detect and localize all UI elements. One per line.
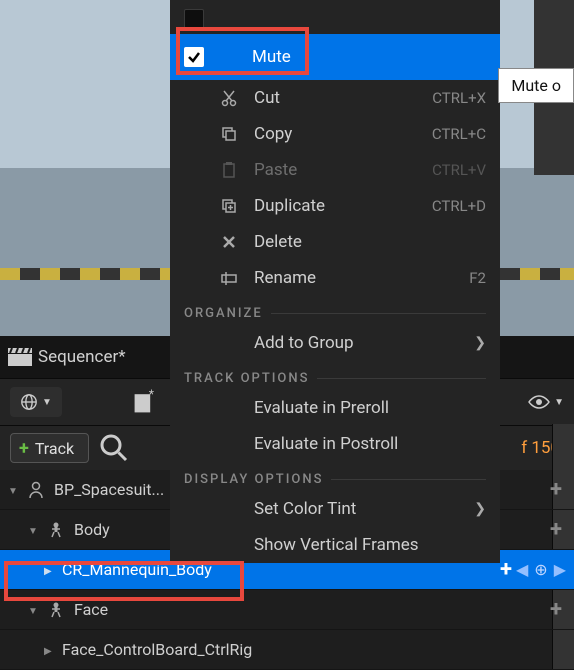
key-nav-icons[interactable]: ◀ ⊕ ▶ [516, 560, 566, 579]
menu-item-set-color[interactable]: Set Color Tint ❯ [170, 491, 500, 527]
keyframe-icon: * [132, 389, 158, 415]
rename-icon [218, 267, 240, 289]
plus-icon: + [19, 438, 29, 459]
menu-item-cut[interactable]: Cut CTRL+X [170, 80, 500, 116]
expand-arrow-icon[interactable] [8, 483, 22, 497]
actor-icon [26, 480, 46, 500]
menu-shortcut: CTRL+V [432, 161, 486, 179]
paste-icon [218, 159, 240, 181]
menu-label: Add to Group [254, 333, 460, 353]
menu-item-blank[interactable] [170, 4, 500, 34]
menu-item-duplicate[interactable]: Duplicate CTRL+D [170, 188, 500, 224]
world-dropdown[interactable]: ▼ [10, 387, 62, 417]
menu-shortcut: CTRL+D [432, 197, 486, 215]
duplicate-icon [218, 195, 240, 217]
menu-shortcut: F2 [469, 269, 486, 287]
expand-arrow-icon[interactable] [44, 563, 58, 577]
track-button-label: Track [35, 439, 74, 458]
search-icon [99, 433, 129, 463]
add-subtrack-icon[interactable]: + [546, 517, 566, 542]
menu-shortcut: CTRL+C [432, 125, 486, 143]
menu-item-show-vertical[interactable]: Show Vertical Frames [170, 527, 500, 563]
chevron-right-icon: ❯ [474, 335, 486, 351]
menu-label: Paste [254, 160, 418, 180]
menu-item-add-to-group[interactable]: Add to Group ❯ [170, 325, 500, 361]
menu-shortcut: CTRL+X [432, 89, 486, 107]
eye-icon [528, 395, 550, 409]
context-menu: Mute Cut CTRL+X Copy CTRL+C Paste CTRL+V… [170, 0, 500, 563]
track-label: Face [74, 600, 546, 619]
search-button[interactable] [99, 433, 129, 463]
menu-label: Delete [254, 232, 486, 252]
track-row[interactable]: Face + [0, 590, 574, 630]
expand-arrow-icon[interactable] [28, 523, 42, 537]
menu-label: Evaluate in Preroll [254, 398, 486, 418]
blank-icon [218, 534, 240, 556]
track-row[interactable]: Face_ControlBoard_CtrlRig [0, 630, 574, 670]
menu-item-rename[interactable]: Rename F2 [170, 260, 500, 296]
globe-icon [20, 393, 38, 411]
next-key-icon[interactable]: ▶ [554, 560, 566, 579]
chevron-right-icon: ❯ [474, 501, 486, 517]
menu-section-organize: ORGANIZE [170, 296, 500, 325]
menu-label: Copy [254, 124, 418, 144]
blank-icon [218, 397, 240, 419]
chevron-down-icon: ▼ [554, 397, 564, 408]
clapperboard-icon [8, 348, 32, 366]
tooltip: Mute o [498, 68, 574, 103]
expand-arrow-icon[interactable] [44, 643, 58, 657]
add-key-icon[interactable]: ⊕ [534, 560, 547, 579]
menu-item-copy[interactable]: Copy CTRL+C [170, 116, 500, 152]
menu-label: Duplicate [254, 196, 418, 216]
track-label: Face_ControlBoard_CtrlRig [62, 640, 566, 659]
unchecked-checkbox-icon [184, 9, 204, 29]
add-subtrack-icon[interactable]: + [546, 597, 566, 622]
menu-item-eval-preroll[interactable]: Evaluate in Preroll [170, 390, 500, 426]
menu-section-track-options: TRACK OPTIONS [170, 361, 500, 390]
delete-icon [218, 231, 240, 253]
chevron-down-icon: ▼ [42, 397, 52, 408]
menu-section-display-options: DISPLAY OPTIONS [170, 462, 500, 491]
menu-label: Rename [254, 268, 455, 288]
prev-key-icon[interactable]: ◀ [516, 560, 528, 579]
menu-label: Mute [252, 47, 486, 67]
copy-icon [218, 123, 240, 145]
checked-checkbox-icon [184, 47, 204, 67]
skeleton-icon [46, 600, 66, 620]
blank-icon [218, 332, 240, 354]
svg-text:*: * [149, 389, 154, 401]
add-subtrack-icon[interactable]: + [546, 477, 566, 502]
menu-label: Cut [254, 88, 418, 108]
visibility-dropdown[interactable]: ▼ [528, 395, 564, 409]
menu-item-eval-postroll[interactable]: Evaluate in Postroll [170, 426, 500, 462]
blank-icon [218, 433, 240, 455]
menu-item-delete[interactable]: Delete [170, 224, 500, 260]
menu-label: Show Vertical Frames [254, 535, 486, 555]
cut-icon [218, 87, 240, 109]
expand-arrow-icon[interactable] [28, 603, 42, 617]
menu-item-paste: Paste CTRL+V [170, 152, 500, 188]
add-track-button[interactable]: + Track [10, 433, 89, 463]
menu-label: Evaluate in Postroll [254, 434, 486, 454]
keyframe-button[interactable]: * [132, 389, 158, 415]
skeleton-icon [46, 520, 66, 540]
menu-item-mute[interactable]: Mute [170, 34, 500, 80]
sequencer-title: Sequencer* [38, 347, 126, 367]
menu-label: Set Color Tint [254, 499, 460, 519]
blank-icon [218, 498, 240, 520]
